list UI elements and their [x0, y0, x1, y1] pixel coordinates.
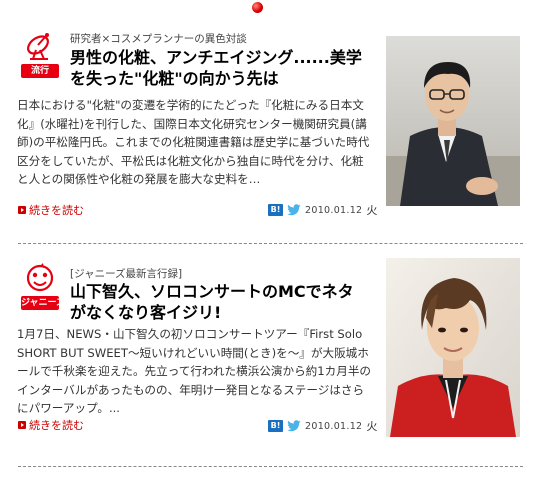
article-kicker: 研究者×コスメプランナーの異色対談 — [70, 33, 247, 45]
article-day: 火 — [366, 420, 378, 433]
article-meta: B! 2010.01.12 火 — [268, 418, 378, 434]
article-date: 2010.01.12 — [305, 204, 363, 216]
twitter-bird-icon[interactable] — [287, 204, 301, 216]
article-photo[interactable] — [386, 36, 520, 206]
article-meta: B! 2010.01.12 火 — [268, 202, 378, 218]
read-more-link[interactable]: 続きを読む — [18, 202, 84, 218]
article-divider — [18, 466, 523, 467]
article-day: 火 — [366, 204, 378, 217]
johnnys-mascot-icon — [26, 263, 54, 292]
read-more-link[interactable]: 続きを読む — [18, 417, 84, 433]
article-headline[interactable]: 男性の化粧、アンチエイジング......美学を失った"化粧"の向かう先は — [70, 47, 365, 89]
article-kicker: [ジャニーズ最新言行録] — [70, 268, 183, 280]
section-bullet-icon — [252, 2, 263, 13]
article-divider — [18, 243, 523, 244]
twitter-bird-icon[interactable] — [287, 420, 301, 432]
article-photo[interactable] — [386, 258, 520, 437]
category-badge[interactable]: ジャニーズ — [21, 296, 59, 310]
category-icon: 流行 — [18, 30, 62, 78]
hatena-bookmark-icon[interactable]: B! — [268, 204, 283, 216]
man-in-suit-glasses — [386, 36, 520, 206]
read-more-label[interactable]: 続きを読む — [29, 417, 84, 433]
play-arrow-icon — [18, 421, 26, 429]
read-more-label[interactable]: 続きを読む — [29, 202, 84, 218]
article-card: ジャニーズ [ジャニーズ最新言行録] 山下智久、ソロコンサートのMCでネタがなく… — [0, 258, 545, 438]
article-summary: 日本における"化粧"の変遷を学術的にたどった『化粧にみる日本文化』(水曜社)を刊… — [17, 98, 370, 186]
category-badge[interactable]: 流行 — [21, 64, 59, 78]
article-date: 2010.01.12 — [305, 420, 363, 432]
satellite-dish-icon — [27, 33, 49, 60]
article-card: 流行 研究者×コスメプランナーの異色対談 男性の化粧、アンチエイジング.....… — [0, 28, 545, 244]
young-man-red-jacket — [386, 258, 520, 437]
play-arrow-icon — [18, 206, 26, 214]
article-summary: 1月7日、NEWS・山下智久の初ソロコンサートツアー『First Solo SH… — [17, 327, 372, 415]
article-headline[interactable]: 山下智久、ソロコンサートのMCでネタがなくなり客イジリ! — [70, 281, 365, 323]
hatena-bookmark-icon[interactable]: B! — [268, 420, 283, 432]
category-icon: ジャニーズ — [18, 262, 62, 310]
